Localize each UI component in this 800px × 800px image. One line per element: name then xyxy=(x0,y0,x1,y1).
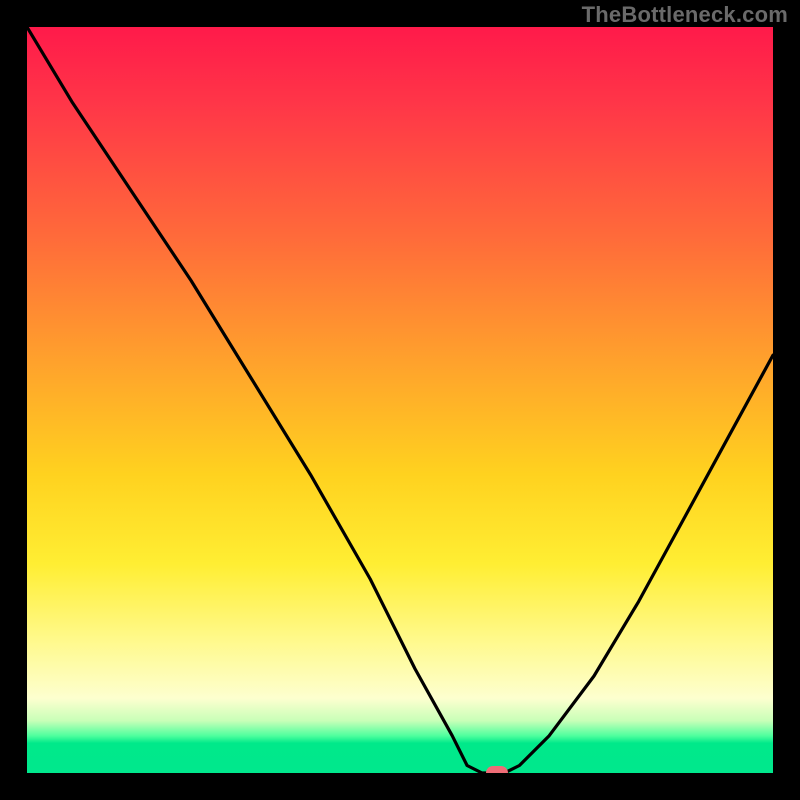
optimal-point-marker xyxy=(486,766,508,773)
curve-path xyxy=(27,27,773,773)
attribution-text: TheBottleneck.com xyxy=(582,2,788,28)
bottleneck-curve xyxy=(27,27,773,773)
plot-area xyxy=(27,27,773,773)
chart-frame: TheBottleneck.com xyxy=(0,0,800,800)
